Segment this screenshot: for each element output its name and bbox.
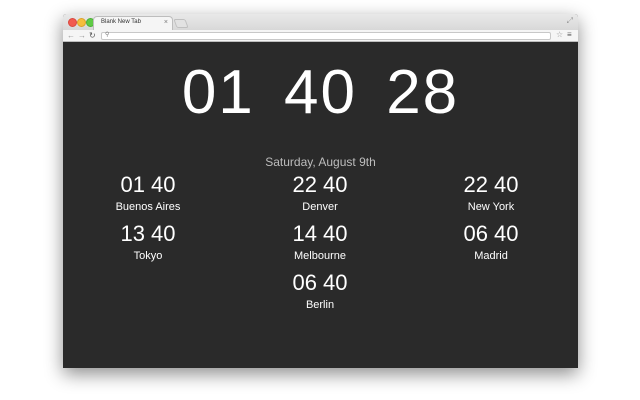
new-tab-page: 01 40 28 Saturday, August 9th 01 40 Buen… — [63, 42, 578, 368]
title-bar: Blank New Tab × ⤢ — [63, 14, 578, 30]
city-new-york: 22 40 New York — [431, 173, 551, 214]
search-icon: ⚲ — [105, 31, 110, 38]
address-bar[interactable]: ⚲ — [101, 31, 551, 40]
city-melbourne: 14 40 Melbourne — [260, 222, 380, 263]
city-name: Madrid — [474, 250, 508, 262]
city-name: Denver — [302, 201, 338, 213]
back-arrow-icon[interactable]: ← — [67, 30, 75, 41]
city-time: 06 40 — [463, 221, 519, 246]
city-name: Berlin — [305, 299, 335, 311]
menu-icon[interactable]: ≡ — [567, 29, 572, 40]
city-name: Melbourne — [294, 250, 346, 262]
reload-icon[interactable]: ↻ — [89, 30, 96, 41]
city-name: Buenos Aires — [115, 201, 181, 213]
city-time: 22 40 — [292, 172, 348, 197]
city-time: 06 40 — [292, 270, 348, 295]
main-clock: 01 40 28 — [181, 58, 460, 127]
browser-window: Blank New Tab × ⤢ ← → ↻ ⚲ ☆ ≡ 01 40 28 S… — [63, 14, 578, 368]
tab-blank-new-tab[interactable]: Blank New Tab × — [93, 16, 173, 30]
new-tab-button[interactable] — [173, 19, 189, 28]
city-madrid: 06 40 Madrid — [431, 222, 551, 263]
tab-title: Blank New Tab — [101, 19, 141, 25]
star-icon[interactable]: ☆ — [556, 29, 563, 40]
city-time: 14 40 — [292, 221, 348, 246]
fullscreen-icon[interactable]: ⤢ — [567, 16, 573, 26]
city-name: Tokyo — [133, 250, 163, 262]
city-berlin: 06 40 Berlin — [260, 271, 380, 312]
city-denver: 22 40 Denver — [260, 173, 380, 214]
city-name: New York — [467, 201, 515, 213]
city-time: 01 40 — [120, 172, 176, 197]
city-buenos-aires: 01 40 Buenos Aires — [88, 173, 208, 214]
city-time: 22 40 — [463, 172, 519, 197]
forward-arrow-icon[interactable]: → — [78, 30, 86, 41]
city-time: 13 40 — [120, 221, 176, 246]
date-label: Saturday, August 9th — [265, 155, 376, 169]
minimize-window-button[interactable] — [77, 18, 86, 27]
tab-close-icon[interactable]: × — [164, 18, 168, 28]
browser-toolbar: ← → ↻ ⚲ ☆ ≡ — [63, 30, 578, 42]
close-window-button[interactable] — [68, 18, 77, 27]
city-tokyo: 13 40 Tokyo — [88, 222, 208, 263]
